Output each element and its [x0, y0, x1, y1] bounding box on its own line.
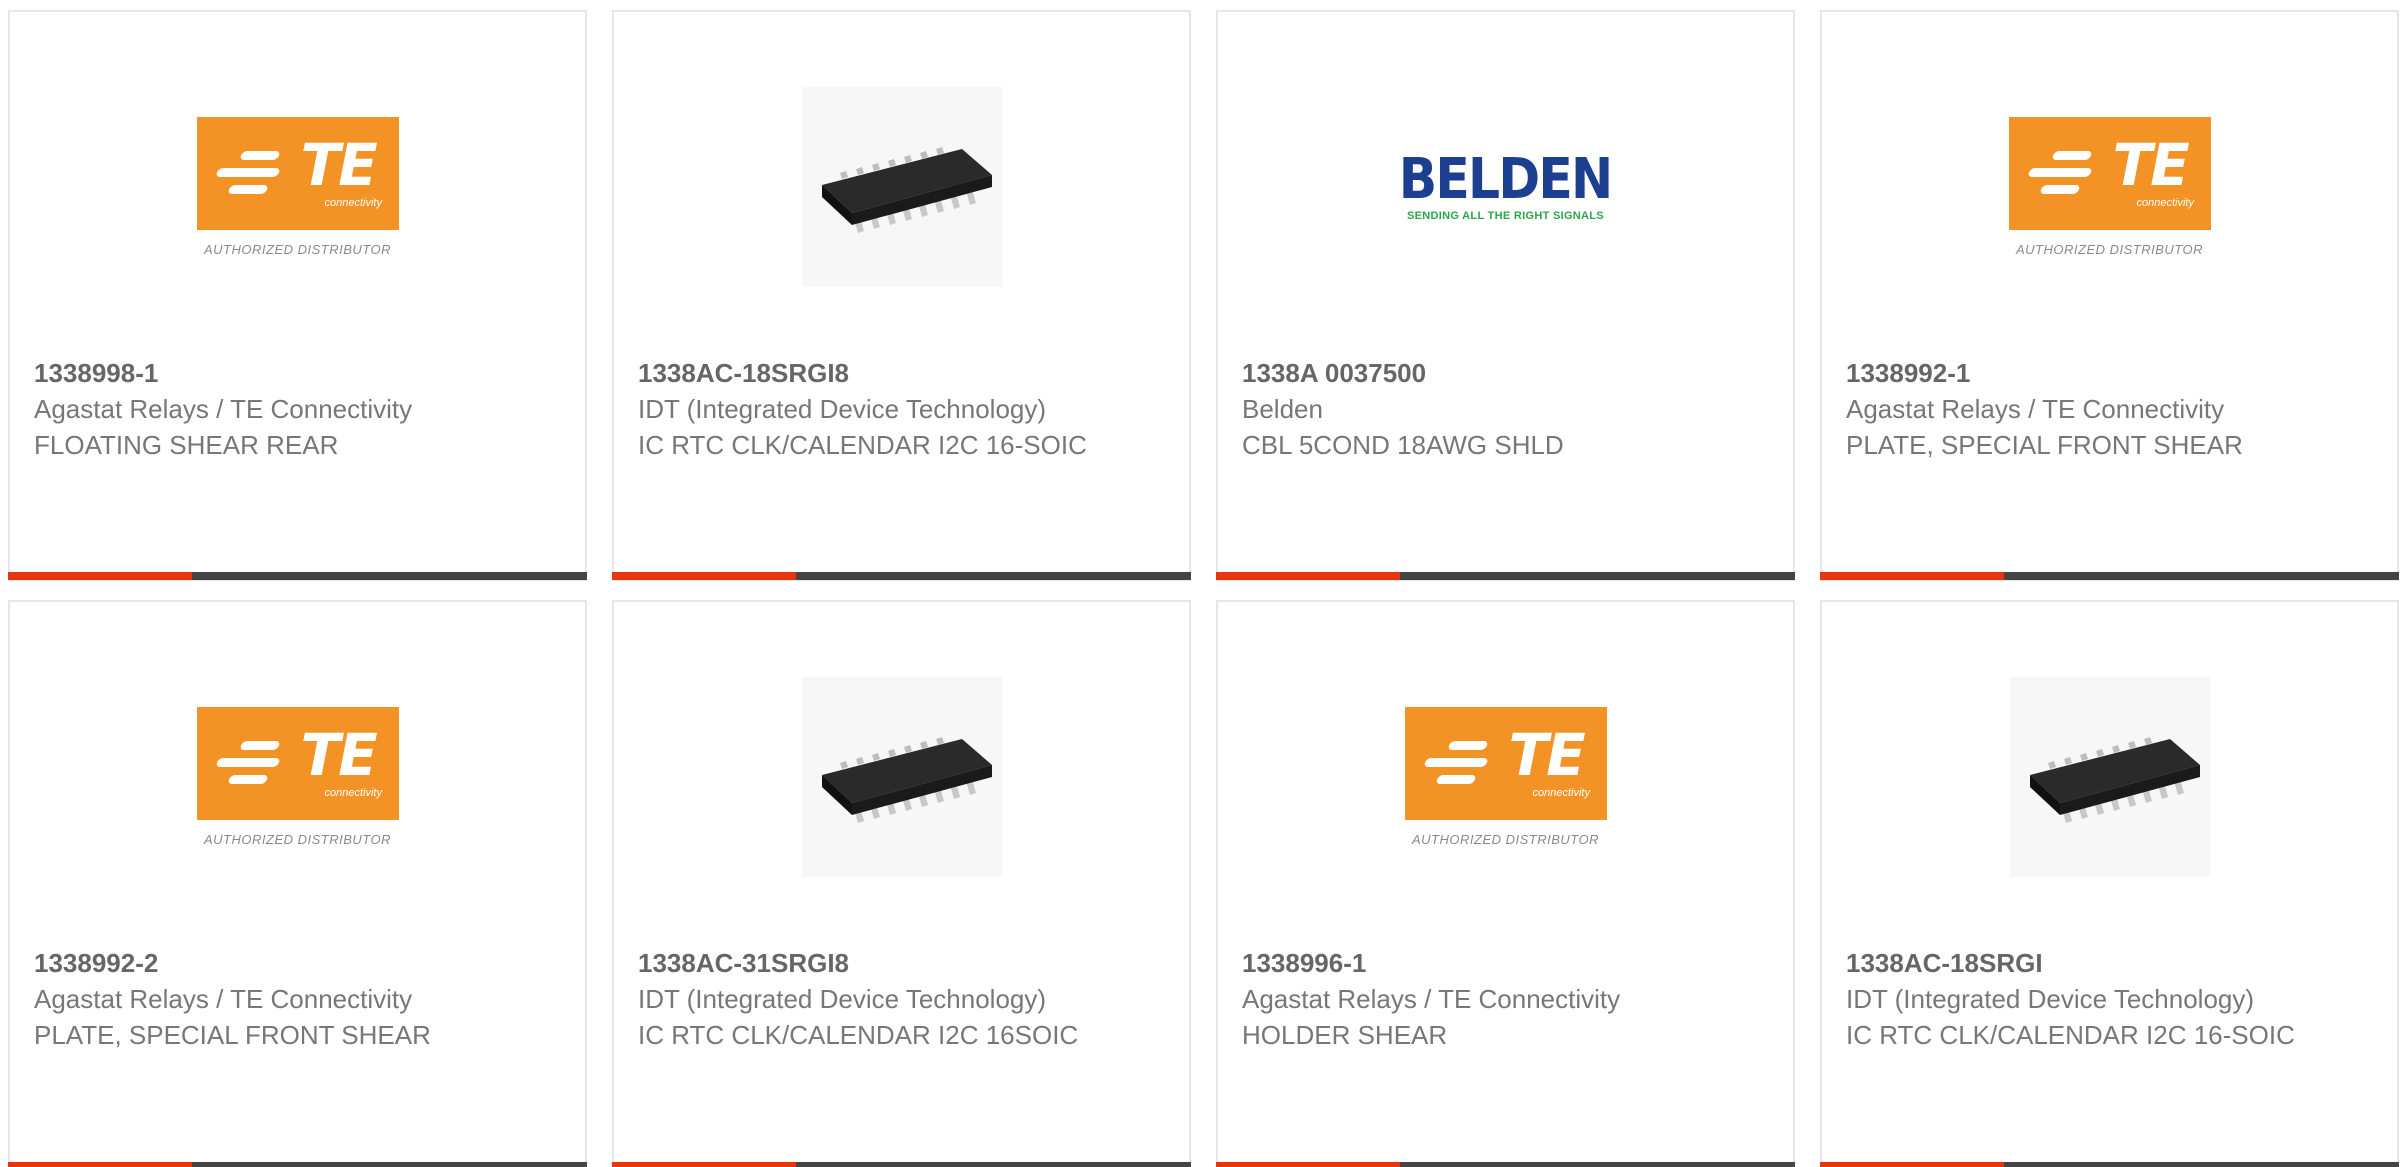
part-number[interactable]: 1338992-2: [34, 945, 484, 981]
manufacturer-name: IDT (Integrated Device Technology): [638, 394, 1047, 424]
card-accent: [8, 572, 192, 580]
part-number[interactable]: 1338AC-31SRGI8: [638, 945, 1088, 981]
part-number[interactable]: 1338992-1: [1846, 355, 2296, 391]
card-bottom-bar: [612, 1162, 1191, 1167]
card-accent: [612, 572, 796, 580]
product-description: PLATE, SPECIAL FRONT SHEAR: [1846, 430, 2243, 460]
product-description: IC RTC CLK/CALENDAR I2C 16SOIC: [638, 1020, 1079, 1050]
product-card[interactable]: BELDEN SENDING ALL THE RIGHT SIGNALS 133…: [1216, 10, 1795, 581]
product-card[interactable]: 1338AC-18SRGI8 IDT (Integrated Device Tec…: [612, 10, 1191, 581]
card-accent: [1216, 572, 1400, 580]
soic-chip-image: [801, 677, 1002, 877]
product-image[interactable]: [1822, 672, 2397, 882]
card-bottom-bar: [1216, 1162, 1795, 1167]
product-card[interactable]: TE connectivity AUTHORIZED DISTRIBUTOR 1…: [1820, 10, 2399, 581]
product-description: IC RTC CLK/CALENDAR I2C 16-SOIC: [638, 430, 1087, 460]
te-connectivity-logo: TE connectivity AUTHORIZED DISTRIBUTOR: [1404, 707, 1608, 847]
soic-chip-image: [801, 87, 1002, 287]
product-image[interactable]: TE connectivity AUTHORIZED DISTRIBUTOR: [10, 672, 585, 882]
authorized-distributor-label: AUTHORIZED DISTRIBUTOR: [204, 242, 391, 257]
product-description: CBL 5COND 18AWG SHLD: [1242, 430, 1564, 460]
card-bottom-bar: [1216, 572, 1795, 580]
product-description: IC RTC CLK/CALENDAR I2C 16-SOIC: [1846, 1020, 2295, 1050]
authorized-distributor-label: AUTHORIZED DISTRIBUTOR: [2016, 242, 2203, 257]
authorized-distributor-label: AUTHORIZED DISTRIBUTOR: [1412, 832, 1599, 847]
product-image[interactable]: BELDEN SENDING ALL THE RIGHT SIGNALS: [1218, 82, 1793, 292]
part-number[interactable]: 1338A 0037500: [1242, 355, 1692, 391]
card-bottom-bar: [8, 1162, 587, 1167]
product-card[interactable]: 1338AC-31SRGI8 IDT (Integrated Device Tec…: [612, 600, 1191, 1167]
product-image[interactable]: TE connectivity AUTHORIZED DISTRIBUTOR: [10, 82, 585, 292]
te-connectivity-logo: TE connectivity AUTHORIZED DISTRIBUTOR: [196, 117, 400, 257]
product-image[interactable]: [614, 82, 1189, 292]
manufacturer-name: Agastat Relays / TE Connectivity: [1242, 984, 1621, 1014]
product-card[interactable]: 1338AC-18SRGI IDT (Integrated Device Tech…: [1820, 600, 2399, 1167]
te-connectivity-logo: TE connectivity AUTHORIZED DISTRIBUTOR: [196, 707, 400, 847]
product-description: HOLDER SHEAR: [1242, 1020, 1448, 1050]
manufacturer-name: Agastat Relays / TE Connectivity: [34, 984, 413, 1014]
authorized-distributor-label: AUTHORIZED DISTRIBUTOR: [204, 832, 391, 847]
card-accent: [1820, 1162, 2004, 1167]
belden-logo: BELDEN SENDING ALL THE RIGHT SIGNALS: [1399, 147, 1613, 223]
part-number[interactable]: 1338AC-18SRGI8: [638, 355, 1088, 391]
product-card[interactable]: TE connectivity AUTHORIZED DISTRIBUTOR 1…: [1216, 600, 1795, 1167]
manufacturer-name: Agastat Relays / TE Connectivity: [34, 394, 413, 424]
manufacturer-name: Belden: [1242, 394, 1323, 424]
card-bottom-bar: [8, 572, 587, 580]
te-connectivity-logo: TE connectivity AUTHORIZED DISTRIBUTOR: [2008, 117, 2212, 257]
product-image[interactable]: TE connectivity AUTHORIZED DISTRIBUTOR: [1218, 672, 1793, 882]
card-accent: [1216, 1162, 1400, 1167]
manufacturer-name: Agastat Relays / TE Connectivity: [1846, 394, 2225, 424]
card-bottom-bar: [612, 572, 1191, 580]
product-description: PLATE, SPECIAL FRONT SHEAR: [34, 1020, 431, 1050]
card-bottom-bar: [1820, 572, 2399, 580]
manufacturer-name: IDT (Integrated Device Technology): [638, 984, 1047, 1014]
part-number[interactable]: 1338996-1: [1242, 945, 1692, 981]
card-bottom-bar: [1820, 1162, 2399, 1167]
part-number[interactable]: 1338998-1: [34, 355, 484, 391]
card-accent: [1820, 572, 2004, 580]
part-number[interactable]: 1338AC-18SRGI: [1846, 945, 2296, 981]
product-card[interactable]: TE connectivity AUTHORIZED DISTRIBUTOR 1…: [8, 10, 587, 581]
card-accent: [612, 1162, 796, 1167]
product-image[interactable]: TE connectivity AUTHORIZED DISTRIBUTOR: [1822, 82, 2397, 292]
product-image[interactable]: [614, 672, 1189, 882]
card-accent: [8, 1162, 192, 1167]
soic-chip-image: [2009, 677, 2210, 877]
product-description: FLOATING SHEAR REAR: [34, 430, 339, 460]
manufacturer-name: IDT (Integrated Device Technology): [1846, 984, 2255, 1014]
product-card[interactable]: TE connectivity AUTHORIZED DISTRIBUTOR 1…: [8, 600, 587, 1167]
